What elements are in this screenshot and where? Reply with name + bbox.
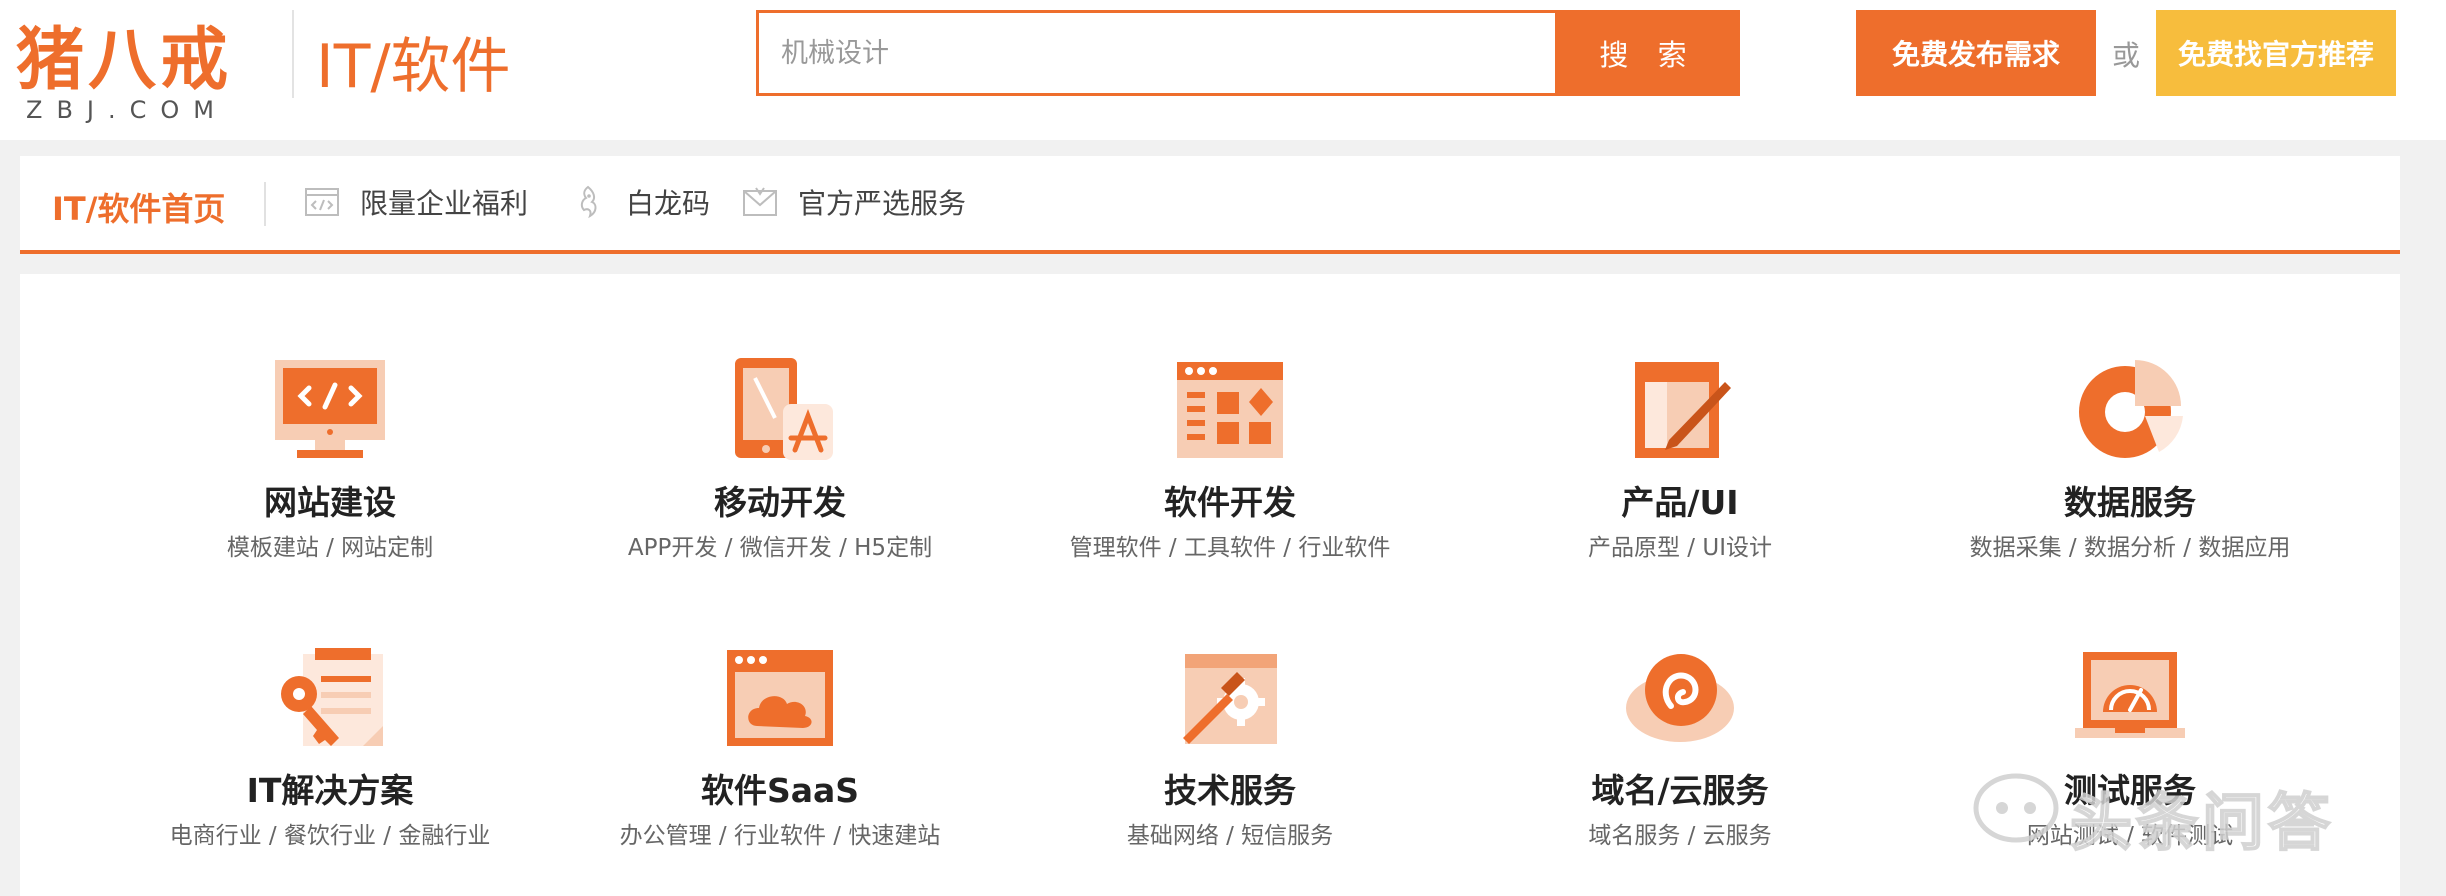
category-subtitle: 模板建站 / 网站定制 <box>226 535 434 561</box>
nav-item-label: 白龙码 <box>626 187 711 220</box>
category-subtitle: 产品原型 / UI设计 <box>1588 535 1772 561</box>
category-card-website[interactable]: 网站建设 模板建站 / 网站定制 <box>120 358 540 598</box>
category-nav: IT/软件首页 限量企业福利 白龙码 官方严选服务 <box>20 156 2400 254</box>
gauge-laptop-icon <box>2075 646 2185 750</box>
site-category-title: IT/软件 <box>316 32 511 102</box>
category-title: 产品/UI <box>1621 483 1739 522</box>
category-subtitle: 基础网络 / 短信服务 <box>1126 823 1334 849</box>
category-card-domain-cloud[interactable]: 域名/云服务 域名服务 / 云服务 <box>1470 646 1890 886</box>
nav-item-label: 限量企业福利 <box>360 187 529 220</box>
top-header: 猪八戒 ZBJ.COM IT/软件 搜 索 免费发布需求 或 免费找官方推荐 <box>0 0 2446 140</box>
publish-demand-button[interactable]: 免费发布需求 <box>1856 10 2096 96</box>
category-grid: 网站建设 模板建站 / 网站定制 移动开发 APP开发 / 微信开发 / H5定… <box>20 274 2400 896</box>
category-card-it-solutions[interactable]: IT解决方案 电商行业 / 餐饮行业 / 金融行业 <box>120 646 540 886</box>
logo-divider <box>292 10 294 98</box>
dragon-icon <box>570 184 606 220</box>
search-input[interactable] <box>759 13 1557 93</box>
monitor-code-icon <box>275 358 385 462</box>
logo-text: 猪八戒 <box>16 21 233 100</box>
category-title: 域名/云服务 <box>1591 771 1769 810</box>
category-card-data[interactable]: 数据服务 数据采集 / 数据分析 / 数据应用 <box>1920 358 2340 598</box>
code-window-icon <box>304 184 340 220</box>
category-title: 软件SaaS <box>700 771 860 810</box>
key-document-icon <box>275 646 385 750</box>
category-subtitle: 数据采集 / 数据分析 / 数据应用 <box>1969 535 2291 561</box>
category-card-saas[interactable]: 软件SaaS 办公管理 / 行业软件 / 快速建站 <box>570 646 990 886</box>
wrench-gear-icon <box>1175 646 1285 750</box>
pie-chart-icon <box>2075 358 2185 462</box>
category-card-mobile[interactable]: 移动开发 APP开发 / 微信开发 / H5定制 <box>570 358 990 598</box>
nav-item-official-selection[interactable]: 官方严选服务 <box>742 180 966 224</box>
category-subtitle: 管理软件 / 工具软件 / 行业软件 <box>1069 535 1391 561</box>
envelope-icon <box>742 184 778 220</box>
site-logo[interactable]: 猪八戒 ZBJ.COM <box>16 4 256 130</box>
cloud-window-icon <box>725 646 835 750</box>
category-card-tech-service[interactable]: 技术服务 基础网络 / 短信服务 <box>1020 646 1440 886</box>
nav-home-link[interactable]: IT/软件首页 <box>52 184 225 230</box>
category-subtitle: 办公管理 / 行业软件 / 快速建站 <box>619 823 941 849</box>
category-subtitle: 电商行业 / 餐饮行业 / 金融行业 <box>169 823 491 849</box>
software-window-icon <box>1175 358 1285 462</box>
find-official-button[interactable]: 免费找官方推荐 <box>2156 10 2396 96</box>
design-pen-icon <box>1625 358 1735 462</box>
category-title: 网站建设 <box>264 483 396 522</box>
category-card-testing[interactable]: 测试服务 网站测试 / 软件测试 <box>1920 646 2340 886</box>
nav-divider <box>264 182 266 226</box>
category-subtitle: APP开发 / 微信开发 / H5定制 <box>627 535 933 561</box>
category-title: 移动开发 <box>714 483 846 522</box>
category-title: 数据服务 <box>2064 483 2196 522</box>
logo-domain: ZBJ.COM <box>26 96 228 124</box>
category-title: 软件开发 <box>1164 483 1296 522</box>
category-card-software[interactable]: 软件开发 管理软件 / 工具软件 / 行业软件 <box>1020 358 1440 598</box>
mobile-app-icon <box>725 358 835 462</box>
category-subtitle: 网站测试 / 软件测试 <box>2026 823 2234 849</box>
nav-item-enterprise-benefits[interactable]: 限量企业福利 <box>304 180 528 224</box>
search-button[interactable]: 搜 索 <box>1556 10 1740 96</box>
category-subtitle: 域名服务 / 云服务 <box>1588 823 1772 849</box>
category-title: 测试服务 <box>2064 771 2196 810</box>
nav-item-bailongma[interactable]: 白龙码 <box>570 180 710 224</box>
or-label: 或 <box>2112 39 2141 72</box>
search-box <box>756 10 1558 96</box>
category-title: IT解决方案 <box>246 771 414 810</box>
cloud-swirl-icon <box>1625 646 1735 750</box>
category-card-product-ui[interactable]: 产品/UI 产品原型 / UI设计 <box>1470 358 1890 598</box>
nav-item-label: 官方严选服务 <box>798 187 967 220</box>
category-title: 技术服务 <box>1164 771 1296 810</box>
